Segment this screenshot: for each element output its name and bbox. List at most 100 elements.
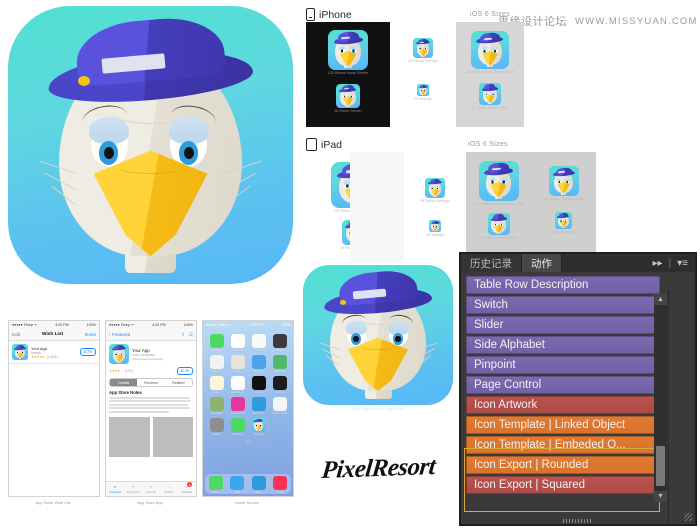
- edit-button[interactable]: Edit: [12, 332, 20, 337]
- action-row[interactable]: Icon Export | Rounded: [466, 456, 660, 474]
- price-button[interactable]: $2.99: [176, 367, 193, 375]
- notes-title: App Store Notes: [109, 390, 142, 395]
- icon-cell: 72 Home Screen iOS6: [468, 212, 530, 241]
- home-app[interactable]: Reminders: [228, 376, 247, 394]
- done-button[interactable]: Done: [85, 332, 96, 337]
- app-icon: [336, 83, 360, 108]
- tab-search[interactable]: ⌕ Search: [160, 482, 178, 496]
- tab-featured[interactable]: ★ Featured: [106, 482, 124, 496]
- action-row[interactable]: Table Row Description: [466, 276, 660, 294]
- actions-list: Table Row Description Switch Slider Side Al…: [461, 272, 695, 524]
- rating-count: (179): [124, 369, 133, 373]
- home-app[interactable]: Game Center: [270, 397, 289, 415]
- ipad-section-header: iPad: [306, 138, 342, 151]
- app-icon: [413, 38, 433, 58]
- segment-details[interactable]: Details: [110, 379, 138, 386]
- tab-actions[interactable]: 动作: [522, 254, 562, 272]
- segmented-control[interactable]: Details Reviews Related: [109, 378, 193, 387]
- segment-related[interactable]: Related: [165, 379, 192, 386]
- app-label: Mail: [234, 490, 240, 494]
- dock-app[interactable]: Safari: [251, 475, 266, 494]
- home-app[interactable]: Videos: [207, 355, 226, 373]
- star-icon: ★: [113, 484, 117, 489]
- home-app[interactable]: App Store: [249, 397, 268, 415]
- collapse-icon[interactable]: ▸▸: [652, 258, 662, 269]
- action-row-label: Pinpoint: [474, 359, 516, 371]
- panel-scrollbar[interactable]: ▲ ▼: [654, 294, 667, 502]
- app-icon: [548, 166, 579, 196]
- action-row[interactable]: Icon Export | Squared: [466, 476, 660, 494]
- action-row[interactable]: Icon Artwork: [466, 396, 660, 414]
- home-app[interactable]: FaceTime: [228, 418, 247, 436]
- beak-line: [116, 159, 185, 174]
- app-icon: [209, 418, 224, 432]
- app-icon: [209, 355, 224, 369]
- icon-cell: 120 Retina Home Screen: [323, 30, 373, 76]
- nav-bar: Edit Wish List Done: [9, 329, 99, 341]
- scroll-down-icon[interactable]: ▼: [654, 491, 667, 502]
- tab-near-me[interactable]: ◎ Near Me: [142, 482, 160, 496]
- home-app[interactable]: Messages: [207, 334, 226, 352]
- app-label: Your App: [253, 433, 264, 436]
- ipad-ios6-backdrop: 144 Retina Home Screen iOS6 72 Home Scre…: [466, 152, 596, 262]
- action-row[interactable]: Switch: [466, 296, 660, 314]
- home-app[interactable]: Clock: [249, 376, 268, 394]
- action-row[interactable]: Icon Template | Embeded O...: [466, 436, 660, 454]
- screenshot-thumb[interactable]: [152, 417, 193, 457]
- home-app[interactable]: Calendar: [228, 334, 247, 352]
- app-icon: [230, 418, 245, 432]
- scrollbar-thumb[interactable]: [656, 446, 665, 486]
- dock-app[interactable]: Music: [273, 475, 288, 494]
- wishlist-row[interactable]: Your App Health ★★★★★ (1,034) $2.99: [9, 341, 99, 364]
- segment-reviews[interactable]: Reviews: [137, 379, 164, 386]
- home-app[interactable]: iTunes Store: [228, 397, 247, 415]
- action-row-label: Slider: [474, 319, 504, 331]
- list-icon[interactable]: ☰: [189, 332, 193, 338]
- icon-cell: 144 Retina Home Screen iOS6: [468, 161, 530, 207]
- home-app[interactable]: Maps: [228, 355, 247, 373]
- screenshot-thumb[interactable]: [109, 417, 150, 457]
- icon-caption: 29 Settings: [426, 232, 444, 237]
- action-row[interactable]: Pinpoint: [466, 356, 660, 374]
- share-icon[interactable]: ⇪: [181, 332, 185, 338]
- tab-top-charts[interactable]: ☰ Top Charts: [124, 482, 142, 496]
- panel-menu-icon[interactable]: ▾≡: [677, 258, 688, 269]
- home-app[interactable]: Newsstand: [207, 397, 226, 415]
- app-label: Settings: [211, 433, 222, 436]
- status-battery: 100%: [86, 323, 96, 327]
- price-button[interactable]: $2.99: [79, 348, 96, 356]
- panel-drag-handle[interactable]: [563, 519, 593, 523]
- dock-app[interactable]: Phone: [208, 475, 223, 494]
- home-app[interactable]: Camera: [270, 334, 289, 352]
- action-row[interactable]: Slider: [466, 316, 660, 334]
- hat-dot: [77, 75, 90, 86]
- action-row[interactable]: Icon Template | Linked Object: [466, 416, 660, 434]
- app-icon: [209, 376, 224, 390]
- home-app[interactable]: Notes: [207, 376, 226, 394]
- app-icon: [417, 83, 429, 96]
- home-app[interactable]: Passbook: [270, 355, 289, 373]
- tab-history[interactable]: 历史记录: [461, 254, 522, 272]
- action-row[interactable]: Side Alphabet: [466, 336, 660, 354]
- app-label: FaceTime: [231, 433, 244, 436]
- home-app[interactable]: Weather: [249, 355, 268, 373]
- resize-grip[interactable]: [684, 513, 692, 521]
- app-icon: [251, 334, 266, 348]
- home-app[interactable]: Settings: [207, 418, 226, 436]
- home-app[interactable]: Photos: [249, 334, 268, 352]
- iphone-section-header: iPhone: [306, 8, 352, 21]
- iphone-dark-backdrop: 120 Retina Home Screen 60 Home Screen: [306, 22, 390, 127]
- scroll-up-icon[interactable]: ▲: [654, 294, 667, 305]
- back-button[interactable]: ‹ Featured: [109, 332, 130, 337]
- status-battery: 82%: [282, 323, 290, 327]
- home-app-grid: Messages Calendar Photos Camera Videos Maps We…: [203, 329, 293, 436]
- app-label: Photos: [254, 349, 263, 352]
- home-app[interactable]: Your App: [249, 418, 268, 436]
- home-app[interactable]: Stocks: [270, 376, 289, 394]
- tab-updates[interactable]: ⇩Updates 3: [178, 482, 196, 496]
- app-icon: [555, 211, 572, 229]
- status-carrier: ●●●●● Fleep ᯤ: [109, 322, 135, 327]
- notes-line: [109, 396, 190, 399]
- action-row[interactable]: Page Control: [466, 376, 660, 394]
- dock-app[interactable]: Mail: [230, 475, 245, 494]
